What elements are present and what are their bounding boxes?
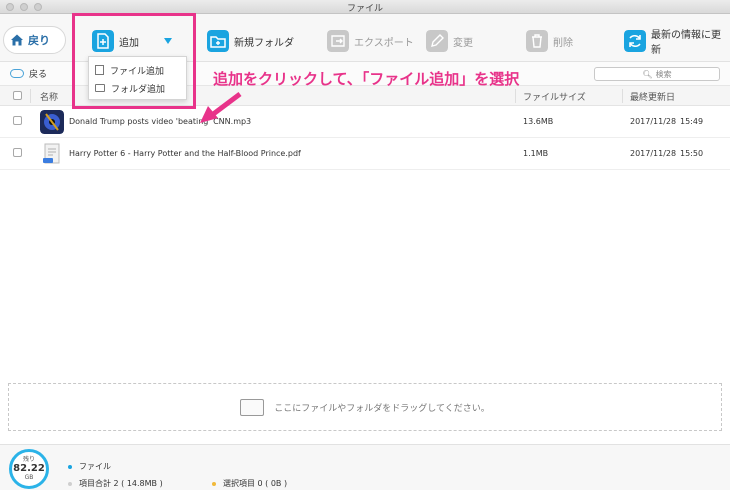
- menu-item-add-folder[interactable]: フォルダ追加: [89, 79, 186, 97]
- search-placeholder: 検索: [655, 69, 672, 79]
- file-name: Harry Potter 6 - Harry Potter and the Ha…: [69, 149, 301, 158]
- menu-item-label: フォルダ追加: [111, 84, 166, 95]
- total-dot-icon: [68, 481, 72, 486]
- back-button[interactable]: 戻り: [3, 26, 66, 54]
- file-date: 2017/11/28: [630, 117, 677, 126]
- sub-back-label: 戻る: [29, 70, 48, 80]
- selected-items-label: 選択項目 0 ( 0B ): [223, 479, 288, 488]
- selected-dot-icon: [212, 481, 216, 486]
- export-icon: [327, 30, 349, 52]
- storage-unit: GB: [24, 474, 34, 481]
- legend-files-label: ファイル: [79, 462, 111, 471]
- window-title: ファイル: [346, 4, 383, 14]
- file-icon: [95, 65, 104, 75]
- status-footer: 残り 82.22 GB ファイル 項目合計 2 ( 14.8MB ) 選択項目 …: [0, 444, 730, 490]
- pdf-thumb-icon: [43, 143, 60, 164]
- column-header-modified[interactable]: 最終更新日: [630, 90, 675, 103]
- search-input[interactable]: 🔍︎ 検索: [594, 67, 720, 81]
- total-items-label: 項目合計 2 ( 14.8MB ): [79, 479, 163, 488]
- file-time: 15:49: [680, 117, 704, 126]
- file-time: 15:50: [680, 149, 704, 158]
- legend-files: ファイル: [68, 461, 111, 472]
- edit-button[interactable]: 変更: [426, 28, 473, 54]
- select-all-checkbox[interactable]: [13, 91, 22, 100]
- folder-icon: [240, 398, 265, 416]
- refresh-button[interactable]: 最新の情報に更新: [624, 28, 730, 56]
- music-thumb-icon: [40, 110, 64, 134]
- sub-back-button[interactable]: 戻る: [10, 67, 47, 80]
- menu-item-label: ファイル追加: [110, 66, 165, 77]
- toolbar: 戻り 追加 新規フォルダ エクスポート 変更 削除 最新の情報に更新: [0, 14, 730, 62]
- annotation-text: 追加をクリックして、「ファイル追加」を選択: [213, 70, 520, 88]
- edit-icon: [426, 30, 448, 52]
- new-folder-button[interactable]: 新規フォルダ: [207, 28, 294, 54]
- menu-item-add-file[interactable]: ファイル追加: [89, 61, 186, 79]
- search-icon: 🔍︎: [642, 69, 653, 79]
- new-folder-label: 新規フォルダ: [234, 37, 294, 49]
- folder-icon: [95, 84, 105, 92]
- annotation-arrow-icon: [200, 92, 242, 123]
- delete-label: 削除: [553, 37, 573, 49]
- files-dot-icon: [68, 464, 72, 469]
- row-checkbox[interactable]: [13, 148, 22, 157]
- chevron-down-icon[interactable]: [163, 37, 173, 45]
- add-dropdown-menu: ファイル追加 フォルダ追加: [88, 56, 187, 100]
- row-checkbox[interactable]: [13, 116, 22, 125]
- table-row[interactable]: Harry Potter 6 - Harry Potter and the Ha…: [0, 138, 730, 170]
- home-icon: [11, 34, 23, 46]
- selected-items: 選択項目 0 ( 0B ): [212, 478, 287, 489]
- file-size: 13.6MB: [523, 117, 554, 126]
- file-date: 2017/11/28: [630, 149, 677, 158]
- refresh-label: 最新の情報に更新: [651, 30, 721, 56]
- title-bar: ファイル: [0, 0, 730, 14]
- storage-gauge: 残り 82.22 GB: [9, 449, 49, 489]
- refresh-icon: [624, 30, 646, 52]
- add-button-label: 追加: [119, 37, 139, 49]
- add-button[interactable]: 追加: [92, 28, 173, 54]
- drop-zone[interactable]: ここにファイルやフォルダをドラッグしてください。: [8, 383, 722, 431]
- trash-icon: [526, 30, 548, 52]
- delete-button[interactable]: 削除: [526, 28, 573, 54]
- drop-zone-text: ここにファイルやフォルダをドラッグしてください。: [274, 403, 490, 414]
- cloud-icon: [10, 69, 24, 78]
- add-file-icon: [92, 30, 114, 52]
- column-header-name[interactable]: 名称: [40, 90, 58, 103]
- column-header-size[interactable]: ファイルサイズ: [523, 90, 586, 103]
- edit-label: 変更: [453, 37, 473, 49]
- table-row[interactable]: Donald Trump posts video 'beating' CNN.m…: [0, 106, 730, 138]
- storage-value: 82.22: [13, 463, 45, 474]
- export-label: エクスポート: [354, 37, 414, 49]
- file-size: 1.1MB: [523, 149, 549, 158]
- back-button-label: 戻り: [28, 34, 50, 47]
- total-items: 項目合計 2 ( 14.8MB ): [68, 478, 163, 489]
- new-folder-icon: [207, 30, 229, 52]
- export-button[interactable]: エクスポート: [327, 28, 414, 54]
- storage-label: 残り: [22, 456, 35, 463]
